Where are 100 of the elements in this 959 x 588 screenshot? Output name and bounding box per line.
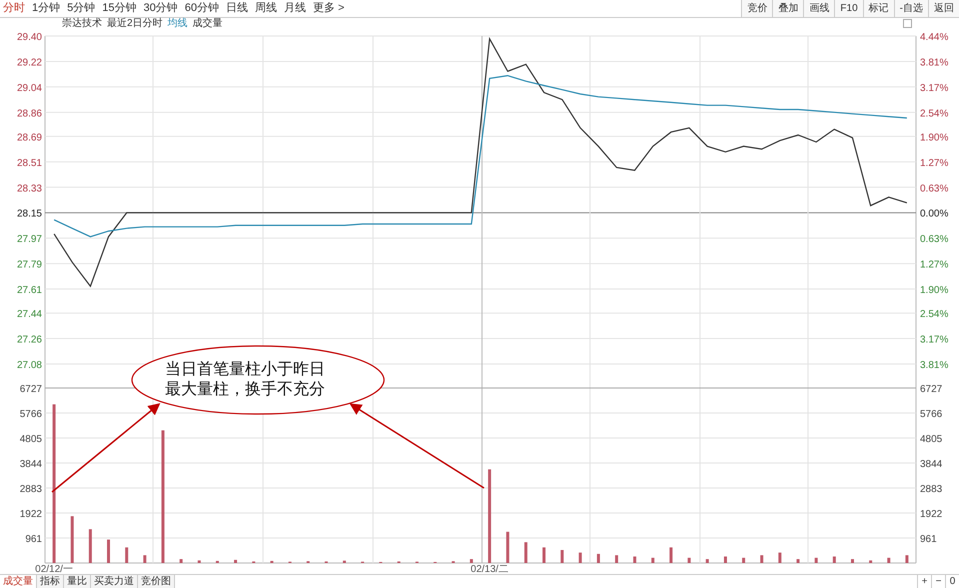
volume-axis-label: 2883 bbox=[920, 484, 942, 495]
period-tab[interactable]: 周线 bbox=[255, 0, 277, 17]
price-axis-label: 27.97 bbox=[16, 234, 42, 246]
price-axis-label: 27.08 bbox=[16, 360, 42, 371]
chart-legend-label: 成交量 bbox=[192, 19, 223, 29]
annotation-text: 当日首笔量柱小于昨日 最大量柱，换手不充分 bbox=[165, 361, 325, 398]
price-axis-label: 28.15 bbox=[16, 208, 42, 220]
volume-axis-label: 1922 bbox=[920, 509, 942, 520]
volume-bar bbox=[270, 560, 274, 563]
volume-axis-label: 3844 bbox=[920, 459, 942, 470]
volume-axis-label: 4805 bbox=[920, 434, 942, 445]
period-tab[interactable]: 60分钟 bbox=[184, 0, 219, 17]
volume-bar bbox=[342, 560, 346, 563]
volume-bar bbox=[506, 532, 510, 563]
volume-bar bbox=[542, 547, 546, 563]
volume-bar bbox=[524, 542, 528, 563]
price-axis-label: 29.22 bbox=[16, 57, 42, 68]
toolbar-button[interactable]: -自选 bbox=[894, 0, 928, 17]
volume-bar bbox=[651, 558, 654, 563]
volume-bar bbox=[88, 529, 92, 563]
date-axis-label: 02/13/二 bbox=[470, 564, 508, 574]
percent-axis-label: 1.27% bbox=[920, 158, 948, 169]
percent-axis-label: 0.00% bbox=[920, 208, 948, 220]
volume-bar bbox=[234, 560, 238, 563]
percent-axis-label: 0.63% bbox=[920, 234, 948, 246]
volume-bar bbox=[578, 552, 582, 563]
period-tab[interactable]: 15分钟 bbox=[102, 0, 136, 17]
volume-bar bbox=[778, 552, 782, 563]
volume-bar bbox=[814, 558, 818, 563]
date-axis-label: 02/12/一 bbox=[35, 564, 73, 574]
volume-bar bbox=[633, 556, 636, 563]
volume-bar bbox=[760, 555, 764, 563]
toolbar-button[interactable]: 标记 bbox=[862, 0, 894, 17]
percent-axis-label: 4.44% bbox=[920, 32, 948, 43]
volume-bar bbox=[560, 550, 564, 563]
chart-legend-label: 最近2日分时 bbox=[107, 19, 163, 29]
volume-axis-label: 3844 bbox=[20, 459, 42, 470]
volume-axis-label: 4805 bbox=[20, 434, 42, 445]
indicator-tab[interactable]: 竞价图 bbox=[138, 575, 175, 588]
period-tab[interactable]: 更多 > bbox=[313, 0, 344, 17]
volume-bar bbox=[125, 547, 128, 563]
volume-bar bbox=[905, 555, 908, 563]
toolbar-button[interactable]: 返回 bbox=[928, 0, 959, 17]
period-tab[interactable]: 30分钟 bbox=[144, 0, 178, 17]
volume-axis-label: 1922 bbox=[20, 509, 42, 520]
toolbar-button[interactable]: 叠加 bbox=[772, 0, 804, 17]
zoom-button[interactable]: 0 bbox=[945, 575, 959, 588]
indicator-tab[interactable]: 指标 bbox=[37, 575, 64, 588]
volume-bar bbox=[596, 554, 600, 563]
price-axis-label: 27.61 bbox=[16, 285, 42, 296]
percent-axis-label: 3.17% bbox=[920, 82, 948, 94]
percent-axis-label: 3.81% bbox=[920, 360, 948, 371]
indicator-tab[interactable]: 买卖力道 bbox=[91, 575, 138, 588]
percent-axis-label: 1.27% bbox=[920, 260, 948, 271]
toolbar-button[interactable]: F10 bbox=[834, 0, 863, 17]
period-tab[interactable]: 月线 bbox=[284, 0, 306, 17]
volume-bar bbox=[796, 559, 800, 563]
volume-axis-label: 2883 bbox=[20, 484, 42, 495]
period-tab[interactable]: 日线 bbox=[226, 0, 248, 17]
volume-bar bbox=[470, 559, 473, 563]
chart-legend-label: 崇达技术 bbox=[62, 19, 102, 29]
percent-axis-label: 1.90% bbox=[920, 132, 948, 144]
price-axis-label: 28.86 bbox=[16, 108, 42, 120]
price-axis-label: 28.51 bbox=[16, 158, 42, 169]
volume-bar bbox=[216, 560, 219, 563]
volume-axis-label: 961 bbox=[920, 534, 937, 545]
volume-bar bbox=[143, 555, 146, 563]
volume-bar bbox=[180, 559, 183, 563]
volume-axis-label: 6727 bbox=[920, 384, 942, 395]
zoom-button[interactable]: − bbox=[931, 575, 945, 588]
price-axis-label: 27.44 bbox=[16, 309, 42, 320]
price-axis-label: 27.26 bbox=[16, 334, 42, 346]
indicator-tab[interactable]: 量比 bbox=[64, 575, 91, 588]
period-tab[interactable]: 分时 bbox=[3, 0, 25, 17]
volume-bar bbox=[851, 559, 854, 563]
indicator-tab[interactable]: 成交量 bbox=[0, 575, 37, 588]
price-axis-label: 28.69 bbox=[16, 132, 42, 144]
percent-axis-label: 3.17% bbox=[920, 334, 948, 346]
percent-axis-label: 2.54% bbox=[920, 309, 948, 320]
volume-bar bbox=[742, 558, 746, 563]
volume-axis-label: 5766 bbox=[20, 409, 42, 420]
price-axis-label: 29.40 bbox=[16, 32, 42, 43]
price-axis-label: 27.79 bbox=[16, 260, 42, 271]
volume-bar bbox=[70, 516, 74, 563]
checkbox-icon[interactable] bbox=[903, 19, 912, 28]
volume-bar bbox=[107, 540, 110, 563]
volume-bar bbox=[887, 558, 890, 563]
percent-axis-label: 1.90% bbox=[920, 285, 948, 296]
volume-axis-label: 961 bbox=[25, 534, 42, 545]
zoom-button[interactable]: + bbox=[917, 575, 931, 588]
period-tab[interactable]: 5分钟 bbox=[67, 0, 96, 17]
toolbar-button[interactable]: 画线 bbox=[803, 0, 834, 17]
percent-axis-label: 0.63% bbox=[920, 183, 948, 194]
volume-bar bbox=[688, 558, 691, 563]
volume-bar bbox=[724, 556, 727, 563]
volume-bar bbox=[706, 559, 709, 563]
toolbar-button[interactable]: 竞价 bbox=[741, 0, 772, 17]
period-tab[interactable]: 1分钟 bbox=[32, 0, 60, 17]
volume-axis-label: 6727 bbox=[20, 384, 42, 395]
volume-bar bbox=[670, 547, 673, 563]
